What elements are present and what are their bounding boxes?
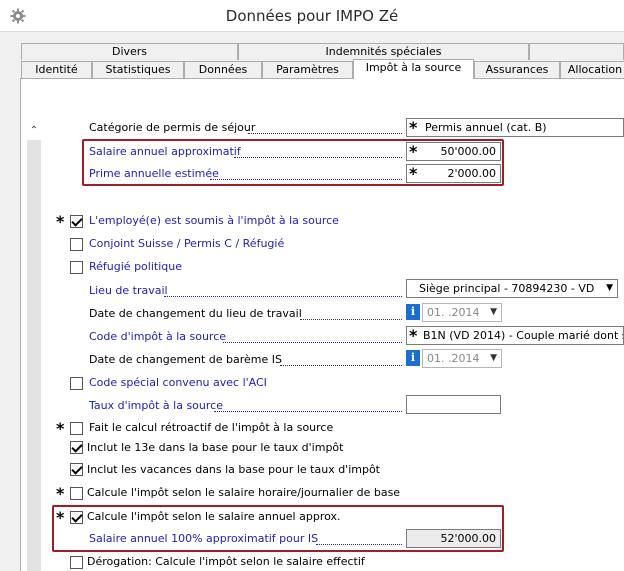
required-star-icon: * (409, 326, 418, 345)
approx-label: Calcule l'impôt selon le salaire annuel … (87, 510, 341, 523)
required-star-icon: * (409, 164, 418, 183)
code-special-label: Code spécial convenu avec l'ACI (89, 376, 267, 389)
inclut13-label: Inclut le 13e dans la base pour le taux … (87, 441, 344, 454)
code-dots (223, 342, 402, 343)
prime-label: Prime annuelle estimée (89, 167, 219, 180)
code-special-checkbox[interactable] (70, 377, 83, 390)
scrollbar-track[interactable] (27, 140, 41, 571)
vacances-checkbox[interactable] (70, 463, 83, 476)
date-bareme-value: 01. .2014 (427, 352, 480, 365)
inclut13-checkbox[interactable] (70, 441, 83, 454)
salaire-dots (234, 157, 402, 158)
info-icon[interactable]: i (406, 350, 420, 366)
dropdown-arrow-icon: ▼ (490, 307, 497, 317)
required-star-icon: * (56, 419, 65, 438)
salaire100-field: 52'000.00 (406, 529, 501, 548)
lieu-value: Siège principal - 70894230 - VD (419, 282, 595, 295)
tab-more[interactable] (529, 43, 624, 60)
required-star-icon: * (56, 484, 65, 503)
tab-assurances[interactable]: Assurances (474, 61, 560, 78)
taux-input[interactable] (406, 395, 501, 414)
tab-indemnites-speciales[interactable]: Indemnités spéciales (238, 43, 529, 60)
permis-field[interactable]: Permis annuel (cat. B) (406, 118, 624, 137)
permis-value: Permis annuel (cat. B) (425, 121, 547, 134)
date-lieu-input[interactable]: 01. .2014 ▼ (422, 303, 502, 322)
date-lieu-dots (300, 319, 402, 320)
permis-label: Catégorie de permis de séjour (89, 121, 256, 134)
date-bareme-label: Date de changement de barème IS (89, 353, 283, 366)
tab-statistiques[interactable]: Statistiques (92, 61, 184, 78)
required-star-icon: * (409, 118, 418, 137)
taux-label: Taux d'impôt à la source (89, 399, 223, 412)
derogation-checkbox[interactable] (70, 556, 83, 569)
tab-divers[interactable]: Divers (21, 43, 238, 60)
scroll-up-icon[interactable]: ⌃ (27, 124, 41, 138)
lieu-select[interactable]: Siège principal - 70894230 - VD ▼ (406, 279, 618, 298)
date-bareme-dots (280, 365, 402, 366)
conjoint-label: Conjoint Suisse / Permis C / Réfugié (89, 237, 285, 250)
required-star-icon: * (56, 508, 65, 527)
required-star-icon: * (409, 142, 418, 161)
date-bareme-input[interactable]: 01. .2014 ▼ (422, 349, 502, 368)
salaire100-dots (316, 544, 402, 545)
salaire-input[interactable]: 50'000.00 (406, 142, 501, 161)
date-lieu-label: Date de changement du lieu de travail (89, 307, 302, 320)
taux-dots (214, 411, 402, 412)
lieu-label: Lieu de travail (89, 284, 168, 297)
required-star-icon: * (56, 212, 65, 231)
refugie-label: Réfugié politique (89, 260, 182, 273)
lieu-dots (164, 296, 402, 297)
tab-divider (20, 78, 624, 79)
dropdown-arrow-icon: ▼ (606, 283, 613, 293)
code-label: Code d'impôt à la source (89, 330, 227, 343)
prime-input[interactable]: 2'000.00 (406, 164, 501, 183)
tab-allocation[interactable]: Allocation (560, 61, 624, 78)
dropdown-arrow-icon: ▼ (490, 353, 497, 363)
tab-parametres[interactable]: Paramètres (262, 61, 353, 78)
soumis-checkbox[interactable] (70, 215, 83, 228)
tab-donnees[interactable]: Données (184, 61, 262, 78)
derogation-label: Dérogation: Calcule l'impôt selon le sal… (87, 555, 365, 568)
permis-dots (248, 133, 402, 134)
conjoint-checkbox[interactable] (70, 238, 83, 251)
retro-label: Fait le calcul rétroactif de l'impôt à l… (89, 421, 334, 434)
code-field[interactable]: B1N (VD 2014) - Couple marié dont seul (406, 326, 624, 345)
horaire-label: Calcule l'impôt selon le salaire horaire… (87, 486, 401, 499)
left-margin (0, 80, 20, 571)
info-icon[interactable]: i (406, 304, 420, 320)
salaire100-label: Salaire annuel 100% approximatif pour IS (89, 532, 319, 545)
tab-impot-a-la-source[interactable]: Impôt à la source (353, 59, 474, 79)
refugie-checkbox[interactable] (70, 261, 83, 274)
window-title: Données pour IMPO Zé (225, 7, 399, 25)
vacances-label: Inclut les vacances dans la base pour le… (87, 463, 380, 476)
prime-dots (210, 179, 402, 180)
tab-strip: Divers Indemnités spéciales Identité Sta… (0, 32, 624, 80)
horaire-checkbox[interactable] (70, 487, 83, 500)
soumis-label: L'employé(e) est soumis à l'impôt à la s… (89, 214, 339, 227)
retro-checkbox[interactable] (70, 422, 83, 435)
date-lieu-value: 01. .2014 (427, 306, 480, 319)
approx-checkbox[interactable] (70, 511, 83, 524)
salaire-label: Salaire annuel approximatif (89, 145, 241, 158)
tab-identite[interactable]: Identité (21, 61, 92, 78)
code-value: B1N (VD 2014) - Couple marié dont seul (423, 329, 624, 342)
title-bar: Données pour IMPO Zé (0, 0, 624, 32)
